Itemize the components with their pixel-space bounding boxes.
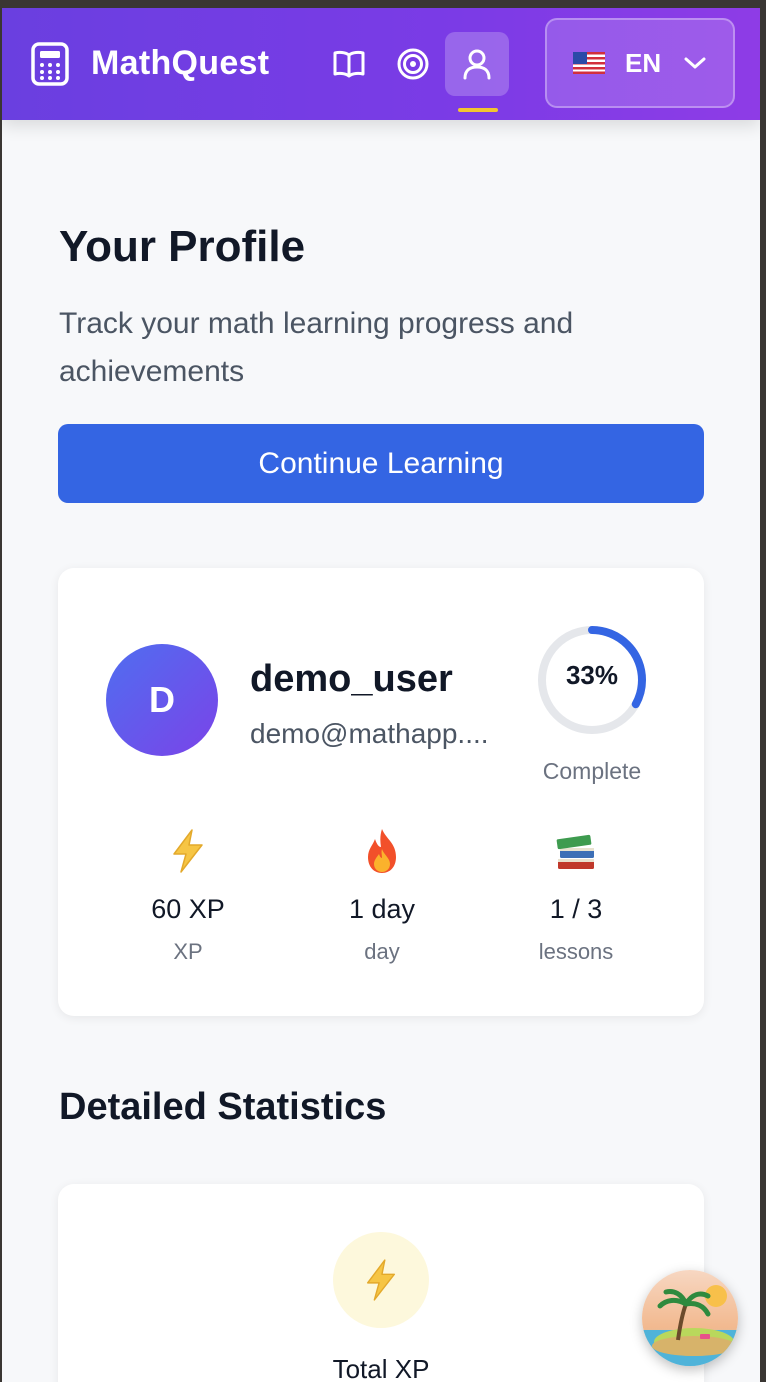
stat-value: 1 / 3	[549, 894, 603, 924]
top-nav-bar: MathQuest EN	[2, 8, 760, 120]
progress-caption: Complete	[542, 758, 642, 784]
tropical-island-icon	[642, 1270, 738, 1366]
floating-island-button[interactable]	[642, 1270, 738, 1366]
total-xp-icon-badge	[333, 1232, 429, 1328]
active-tab-indicator	[458, 108, 498, 112]
user-icon	[463, 49, 491, 80]
chevron-down-icon	[684, 57, 706, 69]
target-icon	[397, 48, 429, 80]
page-title: Your Profile	[59, 222, 306, 271]
section-title-detailed-statistics: Detailed Statistics	[59, 1086, 387, 1128]
stat-value: 60 XP	[151, 894, 225, 924]
us-flag-icon	[573, 52, 605, 74]
stat-xp: 60 XP XP	[98, 826, 278, 965]
username: demo_user	[250, 658, 453, 700]
user-email: demo@mathapp....	[250, 718, 489, 749]
app-title[interactable]: MathQuest	[91, 44, 269, 83]
app-frame: MathQuest EN Your Profile Track your mat…	[2, 8, 760, 1382]
nav-profile-button[interactable]	[445, 32, 509, 96]
continue-learning-button[interactable]: Continue Learning	[58, 424, 704, 503]
page-subtitle: Track your math learning progress and ac…	[59, 307, 574, 388]
progress-percent: 33%	[565, 660, 619, 690]
total-xp-card: Total XP	[58, 1184, 704, 1382]
stat-label: lessons	[538, 939, 614, 964]
stat-streak: 1 day day	[292, 826, 472, 965]
language-code: EN	[625, 47, 662, 78]
book-icon	[333, 50, 365, 78]
lightning-icon	[173, 829, 203, 873]
stat-value: 1 day	[348, 894, 416, 924]
nav-lessons-button[interactable]	[317, 32, 381, 96]
nav-goals-button[interactable]	[381, 32, 445, 96]
stat-label: day	[364, 939, 400, 964]
lightning-icon	[366, 1259, 396, 1301]
books-icon	[556, 834, 594, 869]
total-xp-label: Total XP	[332, 1354, 430, 1382]
stat-lessons: 1 / 3 lessons	[486, 826, 666, 965]
stat-label: XP	[173, 939, 203, 964]
profile-card: D demo_user demo@mathapp.... 33% Complet…	[58, 568, 704, 1016]
fire-icon	[368, 829, 396, 873]
avatar: D	[106, 644, 218, 756]
calculator-icon[interactable]	[30, 42, 70, 86]
language-selector[interactable]: EN	[545, 18, 735, 108]
